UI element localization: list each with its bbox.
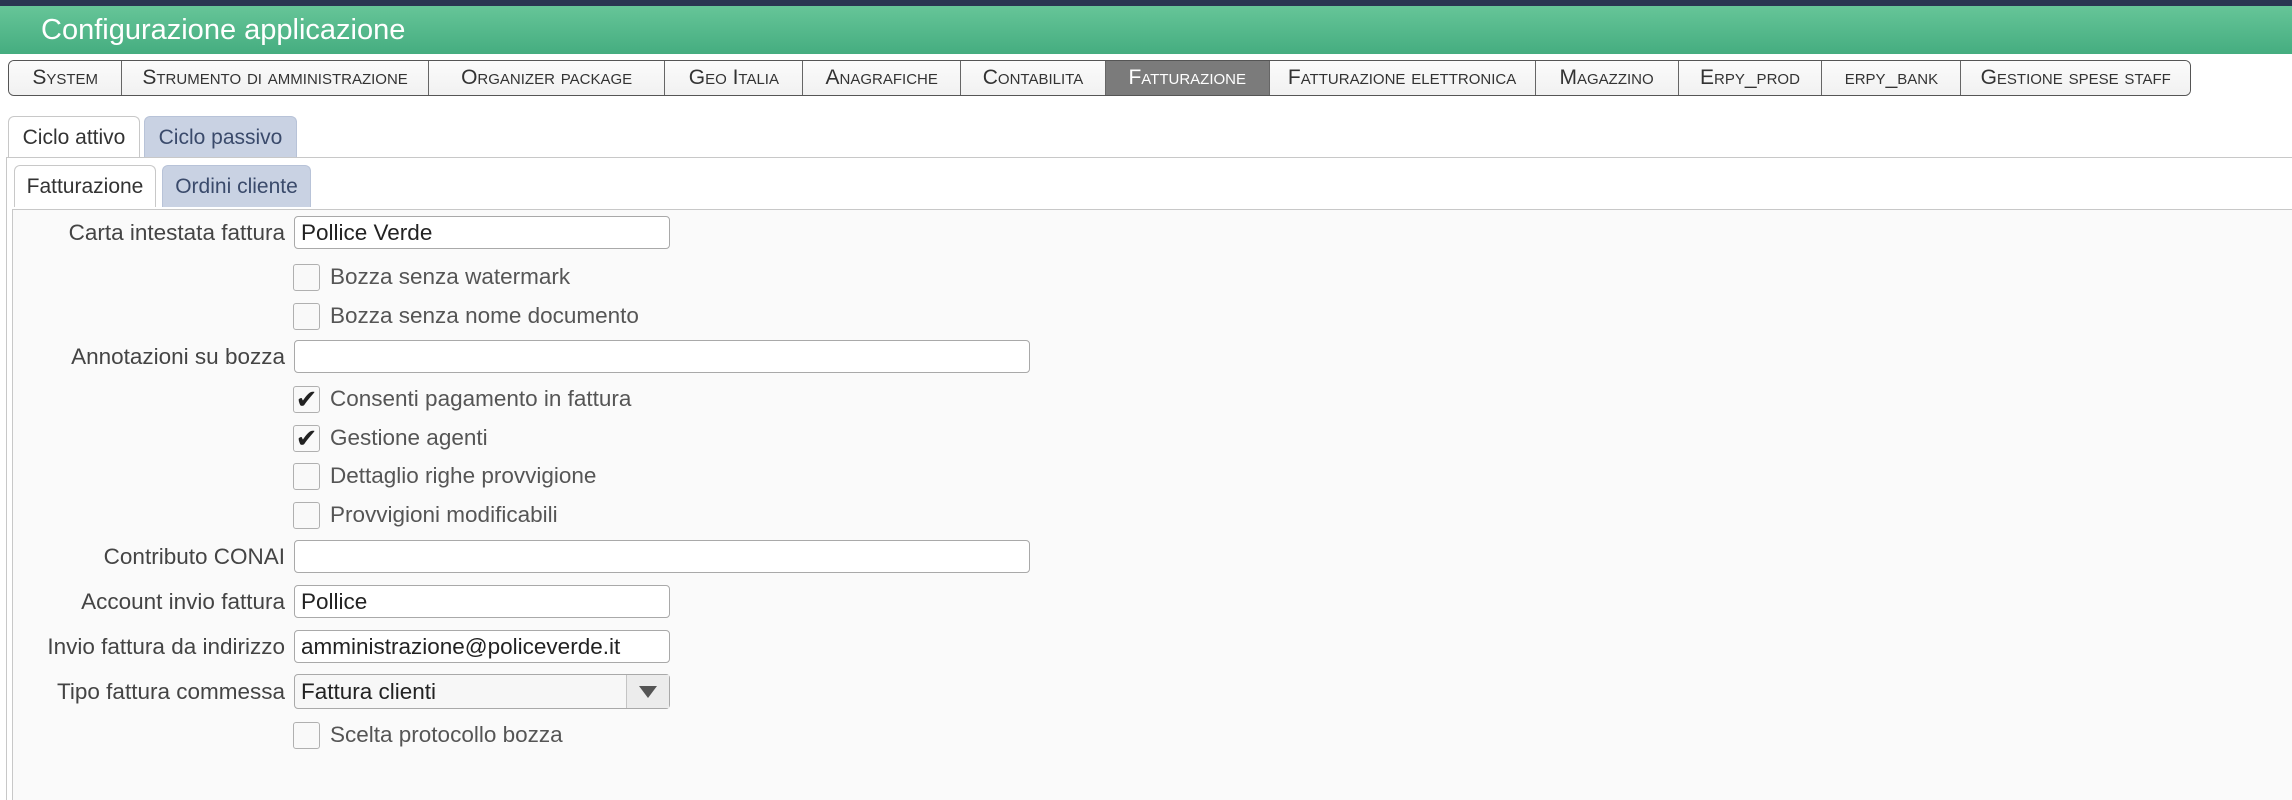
contributo-conai-input[interactable] xyxy=(294,540,1030,573)
row-provvigioni-modificabili: Provvigioni modificabili xyxy=(293,500,558,530)
tab-organizer-package[interactable]: Organizer package xyxy=(428,61,666,95)
label-invio-indirizzo: Invio fattura da indirizzo xyxy=(47,634,285,659)
label-carta-intestata: Carta intestata fattura xyxy=(68,220,285,245)
row-consenti-pagamento: ✔ Consenti pagamento in fattura xyxy=(293,384,631,414)
row-scelta-protocollo: Scelta protocollo bozza xyxy=(293,720,563,750)
tab-geo-italia[interactable]: Geo Italia xyxy=(665,61,804,95)
scelta-protocollo-label: Scelta protocollo bozza xyxy=(330,722,563,747)
tab-magazzino[interactable]: Magazzino xyxy=(1535,61,1679,95)
gestione-agenti-checkbox[interactable]: ✔ xyxy=(293,423,320,453)
triangle-down-icon[interactable] xyxy=(626,675,669,708)
row-dettaglio-righe: Dettaglio righe provvigione xyxy=(293,461,596,491)
app-window: Configurazione applicazione System Strum… xyxy=(0,0,2292,800)
bozza-watermark-checkbox[interactable] xyxy=(293,263,320,291)
provvigioni-modificabili-label: Provvigioni modificabili xyxy=(330,502,558,527)
row-bozza-watermark: Bozza senza watermark xyxy=(293,262,570,292)
tab-anagrafiche[interactable]: Anagrafiche xyxy=(803,61,962,95)
bozza-watermark-label: Bozza senza watermark xyxy=(330,264,571,289)
tab-system[interactable]: System xyxy=(9,61,123,95)
tab-gestione-spese-staff[interactable]: Gestione spese staff xyxy=(1961,61,2190,95)
tab-erpy-prod[interactable]: Erpy_prod xyxy=(1678,61,1823,95)
carta-intestata-input[interactable] xyxy=(294,216,670,249)
tab-erpy-bank[interactable]: erpy_bank xyxy=(1822,61,1962,95)
tab-ciclo-attivo[interactable]: Ciclo attivo xyxy=(8,116,140,158)
tab-ordini-cliente[interactable]: Ordini cliente xyxy=(162,165,311,207)
bozza-nome-documento-label: Bozza senza nome documento xyxy=(330,303,639,328)
tab-contabilita[interactable]: Contabilita xyxy=(961,61,1106,95)
annotazioni-input[interactable] xyxy=(294,340,1030,373)
consenti-pagamento-label: Consenti pagamento in fattura xyxy=(330,386,632,411)
invio-indirizzo-input[interactable] xyxy=(294,630,670,663)
tipo-fattura-value: Fattura clienti xyxy=(301,678,437,704)
gestione-agenti-label: Gestione agenti xyxy=(330,425,488,450)
label-account-invio: Account invio fattura xyxy=(81,589,285,614)
title-bar: Configurazione applicazione xyxy=(0,6,2292,54)
tab-ciclo-passivo[interactable]: Ciclo passivo xyxy=(144,116,297,158)
tipo-fattura-select[interactable]: Fattura clienti xyxy=(294,674,670,709)
account-invio-input[interactable] xyxy=(294,585,670,618)
check-icon: ✔ xyxy=(295,423,318,453)
window-title: Configurazione applicazione xyxy=(41,14,406,46)
dettaglio-righe-checkbox[interactable] xyxy=(293,462,320,490)
tab-strumento-amministrazione[interactable]: Strumento di amministrazione xyxy=(122,61,429,95)
main-tab-bar: System Strumento di amministrazione Orga… xyxy=(8,60,2191,96)
row-bozza-nome-documento: Bozza senza nome documento xyxy=(293,301,639,331)
consenti-pagamento-checkbox[interactable]: ✔ xyxy=(293,384,320,414)
check-icon: ✔ xyxy=(295,384,318,414)
dettaglio-righe-label: Dettaglio righe provvigione xyxy=(330,463,597,488)
label-annotazioni: Annotazioni su bozza xyxy=(71,344,285,369)
bozza-nome-documento-checkbox[interactable] xyxy=(293,302,320,330)
label-tipo-fattura: Tipo fattura commessa xyxy=(57,679,285,704)
scelta-protocollo-checkbox[interactable] xyxy=(293,721,320,749)
tab-fatturazione-elettronica[interactable]: Fatturazione elettronica xyxy=(1269,61,1536,95)
provvigioni-modificabili-checkbox[interactable] xyxy=(293,501,320,529)
tab-fatturazione-section[interactable]: Fatturazione xyxy=(14,165,156,207)
row-gestione-agenti: ✔ Gestione agenti xyxy=(293,423,488,453)
label-contributo-conai: Contributo CONAI xyxy=(103,544,285,569)
tab-fatturazione[interactable]: Fatturazione xyxy=(1105,61,1270,95)
